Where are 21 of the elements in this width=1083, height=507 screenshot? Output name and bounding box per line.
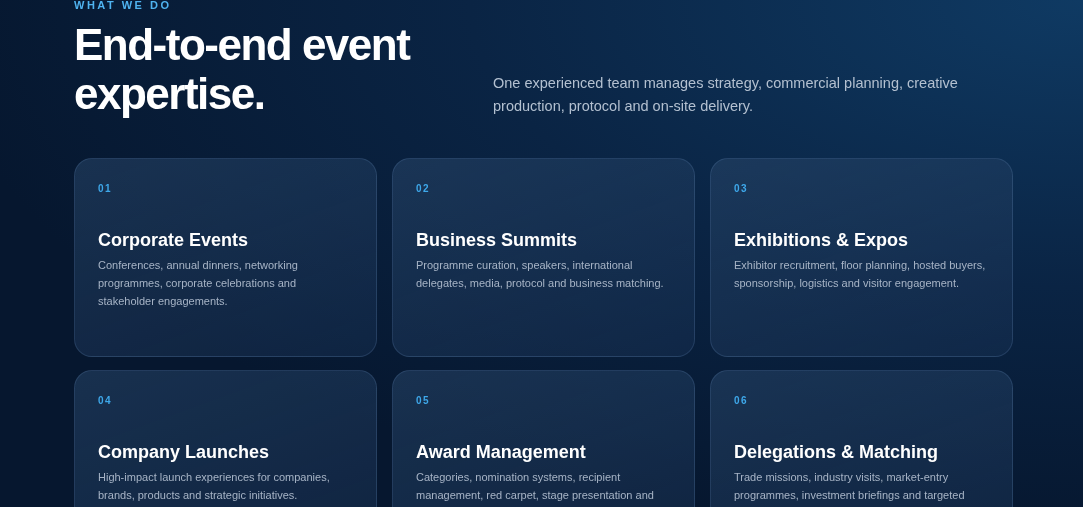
card-description: Exhibitor recruitment, floor planning, hosted buyers, sponsorship, logistics and visitor engagement. <box>734 258 987 291</box>
card-number: 06 <box>734 395 750 407</box>
card-description: Trade missions, industry visits, market-entry programmes, investment briefings and targeted <box>734 470 966 503</box>
card-description: High-impact launch experiences for companies, brands, products and strategic initiatives. <box>98 470 331 503</box>
section-eyebrow: WHAT WE DO <box>74 0 173 11</box>
card-number: 02 <box>416 183 432 195</box>
card-number: 01 <box>98 183 114 195</box>
intro-text: One experienced team manages strategy, commercial planning, creative production, protocol and on-site delivery. <box>493 74 959 116</box>
card-description: Conferences, annual dinners, networking programmes, corporate celebrations and stakeholder engagements. <box>98 258 299 309</box>
card-number: 03 <box>734 183 750 195</box>
card-description: Programme curation, speakers, international delegates, media, protocol and business matching. <box>416 258 665 291</box>
card-title: Business Summits <box>416 229 579 252</box>
card-title: Exhibitions & Expos <box>734 229 910 252</box>
card-number: 05 <box>416 395 432 407</box>
card-title: Award Management <box>416 441 587 464</box>
section-heading: End-to-end event expertise. <box>74 20 411 118</box>
card-title: Delegations & Matching <box>734 441 940 464</box>
card-title: Company Launches <box>98 441 271 464</box>
card-description: Categories, nomination systems, recipient management, red carpet, stage presentation and <box>416 470 655 503</box>
card-title: Corporate Events <box>98 229 250 252</box>
card-number: 04 <box>98 395 114 407</box>
